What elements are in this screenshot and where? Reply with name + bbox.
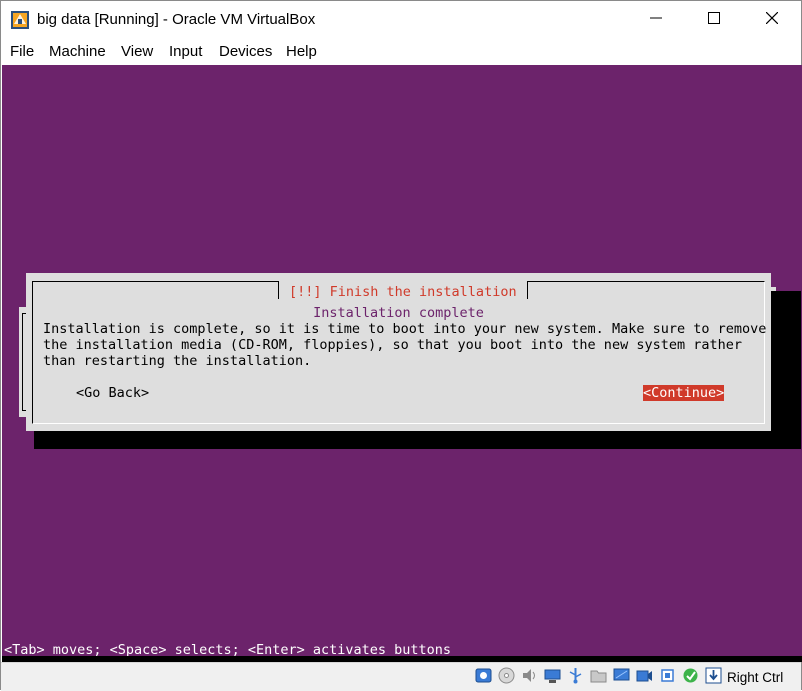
- video-capture-icon[interactable]: [636, 667, 653, 684]
- menu-machine[interactable]: Machine: [49, 43, 106, 60]
- finish-installation-dialog: [!!] Finish the installation Installatio…: [26, 273, 771, 431]
- menu-view[interactable]: View: [121, 43, 153, 60]
- usb-icon[interactable]: [567, 667, 584, 684]
- keyboard-capture-icon[interactable]: [705, 667, 722, 684]
- go-back-button[interactable]: <Go Back>: [76, 385, 149, 401]
- menu-bar: File Machine View Input Devices Help: [1, 39, 801, 65]
- dialog-message: Installation is complete, so it is time …: [43, 321, 767, 369]
- mouse-integration-icon[interactable]: [682, 667, 699, 684]
- status-bar: Right Ctrl: [1, 662, 801, 691]
- maximize-icon: [708, 11, 720, 29]
- virtualbox-window: big data [Running] - Oracle VM VirtualBo…: [0, 0, 802, 691]
- minimize-button[interactable]: [627, 1, 685, 39]
- menu-devices[interactable]: Devices: [219, 43, 272, 60]
- network-icon[interactable]: [544, 667, 561, 684]
- title-bar[interactable]: big data [Running] - Oracle VM VirtualBo…: [1, 1, 801, 39]
- shared-folders-icon[interactable]: [590, 667, 607, 684]
- menu-file[interactable]: File: [10, 43, 34, 60]
- minimize-icon: [650, 11, 662, 29]
- dialog-title-box: [!!] Finish the installation: [278, 281, 528, 300]
- continue-button[interactable]: <Continue>: [643, 385, 725, 401]
- dialog-subtitle: Installation complete: [313, 305, 484, 321]
- host-key-label: Right Ctrl: [727, 670, 784, 685]
- window-title: big data [Running] - Oracle VM VirtualBo…: [37, 11, 316, 28]
- dialog-title: [!!] Finish the installation: [289, 284, 517, 300]
- cpu-icon[interactable]: [659, 667, 676, 684]
- maximize-button[interactable]: [685, 1, 743, 39]
- menu-help[interactable]: Help: [286, 43, 317, 60]
- virtualbox-app-icon: [10, 10, 30, 30]
- hard-disk-icon[interactable]: [475, 667, 492, 684]
- menu-input[interactable]: Input: [169, 43, 202, 60]
- vm-display[interactable]: [!!] Finish the installation Installatio…: [2, 65, 802, 662]
- close-button[interactable]: [743, 1, 801, 39]
- close-icon: [765, 11, 779, 29]
- display-icon[interactable]: [613, 667, 630, 684]
- audio-icon[interactable]: [521, 667, 538, 684]
- optical-drive-icon[interactable]: [498, 667, 515, 684]
